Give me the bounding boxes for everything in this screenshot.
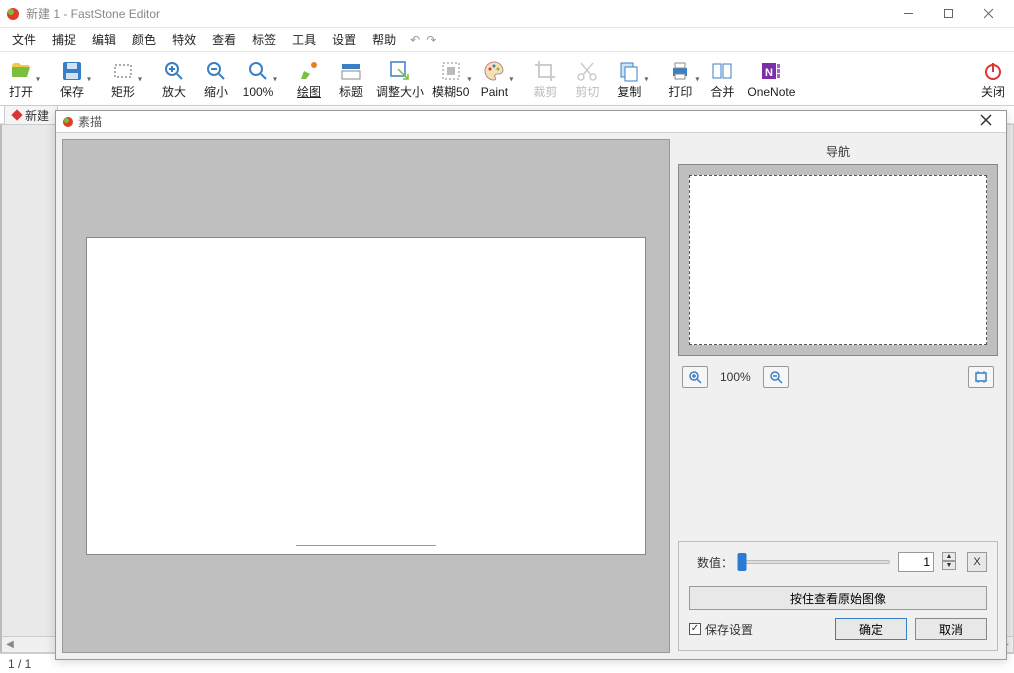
dialog-app-icon xyxy=(62,116,74,128)
menu-file[interactable]: 文件 xyxy=(4,28,44,51)
paint-button[interactable]: Paint▾ xyxy=(473,53,515,105)
merge-icon xyxy=(710,59,734,83)
preview-mark xyxy=(296,545,436,546)
cancel-button[interactable]: 取消 xyxy=(915,618,987,640)
zoom-100-button[interactable]: 100%▾ xyxy=(237,53,279,105)
modified-indicator-icon xyxy=(11,109,22,120)
rect-select-icon xyxy=(111,59,135,83)
menu-effects[interactable]: 特效 xyxy=(164,28,204,51)
main-toolbar: 打开▾ 保存▾ 矩形▾ 放大 缩小 100%▾ 绘图 xyxy=(0,52,1014,106)
palette-icon xyxy=(482,59,506,83)
crop-icon xyxy=(533,59,557,83)
copy-icon xyxy=(617,59,641,83)
folder-open-icon xyxy=(9,59,33,83)
page-indicator: 1 / 1 xyxy=(8,657,31,671)
cut-button[interactable]: 剪切 xyxy=(566,53,608,105)
checkbox-check-icon: ✓ xyxy=(689,623,701,635)
nav-zoom-out-button[interactable] xyxy=(763,366,789,388)
navigator-label: 导航 xyxy=(678,141,998,164)
undo-icon[interactable]: ↶ xyxy=(410,33,420,47)
zoom-out-icon xyxy=(204,59,228,83)
crop-button[interactable]: 裁剪 xyxy=(524,53,566,105)
maximize-button[interactable] xyxy=(928,1,968,27)
nav-zoom-in-button[interactable] xyxy=(682,366,708,388)
open-button[interactable]: 打开▾ xyxy=(0,53,42,105)
settings-panel: 数值： ▲ ▼ X 按住查看原始图像 ✓ 保存设置 xyxy=(678,541,998,651)
menu-edit[interactable]: 编辑 xyxy=(84,28,124,51)
onenote-button[interactable]: N OneNote xyxy=(743,53,799,105)
title-button[interactable]: 标题 xyxy=(330,53,372,105)
dialog-title: 素描 xyxy=(78,113,972,130)
save-icon xyxy=(60,59,84,83)
value-label: 数值： xyxy=(689,554,733,571)
preview-image xyxy=(86,237,646,555)
zoom-in-icon xyxy=(162,59,186,83)
resize-icon xyxy=(388,59,412,83)
window-close-button[interactable] xyxy=(968,1,1008,27)
menu-settings[interactable]: 设置 xyxy=(324,28,364,51)
copy-button[interactable]: 复制▾ xyxy=(608,53,650,105)
close-app-button[interactable]: 关闭 xyxy=(972,53,1014,105)
menu-help[interactable]: 帮助 xyxy=(364,28,404,51)
menu-capture[interactable]: 捕捉 xyxy=(44,28,84,51)
navigator-box xyxy=(678,164,998,356)
value-input[interactable] xyxy=(898,552,934,572)
nav-zoom-fit-button[interactable] xyxy=(968,366,994,388)
dialog-close-button[interactable] xyxy=(972,114,1000,129)
merge-button[interactable]: 合并 xyxy=(701,53,743,105)
zoom-out-button[interactable]: 缩小 xyxy=(195,53,237,105)
value-slider[interactable] xyxy=(741,560,890,564)
minimize-button[interactable] xyxy=(888,1,928,27)
onenote-icon: N xyxy=(759,59,783,83)
sketch-dialog: 素描 导航 100% xyxy=(55,110,1007,660)
svg-text:N: N xyxy=(765,67,773,79)
slider-thumb[interactable] xyxy=(738,553,747,571)
value-step-down[interactable]: ▼ xyxy=(942,561,956,570)
menu-tools[interactable]: 工具 xyxy=(284,28,324,51)
scroll-left-icon[interactable]: ◀ xyxy=(2,639,18,650)
zoom-100-icon xyxy=(246,59,270,83)
redo-icon[interactable]: ↷ xyxy=(426,33,436,47)
printer-icon xyxy=(668,59,692,83)
ok-button[interactable]: 确定 xyxy=(835,618,907,640)
menubar: 文件 捕捉 编辑 颜色 特效 查看 标签 工具 设置 帮助 ↶ ↷ xyxy=(0,28,1014,52)
zoom-in-button[interactable]: 放大 xyxy=(153,53,195,105)
window-title: 新建 1 - FastStone Editor xyxy=(26,5,888,22)
scissors-icon xyxy=(575,59,599,83)
power-icon xyxy=(981,59,1005,83)
dialog-side-panel: 导航 100% 数值： xyxy=(670,133,1006,659)
save-button[interactable]: 保存▾ xyxy=(51,53,93,105)
value-step-up[interactable]: ▲ xyxy=(942,552,956,561)
save-settings-checkbox[interactable]: ✓ 保存设置 xyxy=(689,621,753,638)
tab-new-1[interactable]: 新建 xyxy=(4,105,58,125)
menu-color[interactable]: 颜色 xyxy=(124,28,164,51)
preview-panel xyxy=(62,139,670,653)
save-settings-label: 保存设置 xyxy=(705,621,753,638)
print-button[interactable]: 打印▾ xyxy=(659,53,701,105)
rect-button[interactable]: 矩形▾ xyxy=(102,53,144,105)
window-titlebar: 新建 1 - FastStone Editor xyxy=(0,0,1014,28)
title-icon xyxy=(339,59,363,83)
nav-zoom-level: 100% xyxy=(714,370,757,384)
app-icon xyxy=(6,7,20,21)
resize-button[interactable]: 调整大小 xyxy=(372,53,428,105)
menu-tags[interactable]: 标签 xyxy=(244,28,284,51)
draw-icon xyxy=(297,59,321,83)
navigator-viewport[interactable] xyxy=(689,175,987,345)
blur-icon xyxy=(439,59,463,83)
menu-view[interactable]: 查看 xyxy=(204,28,244,51)
hold-original-button[interactable]: 按住查看原始图像 xyxy=(689,586,987,610)
tab-label: 新建 xyxy=(25,107,49,124)
value-reset-button[interactable]: X xyxy=(967,552,987,572)
draw-button[interactable]: 绘图 xyxy=(288,53,330,105)
dialog-titlebar: 素描 xyxy=(56,111,1006,133)
blur50-button[interactable]: 模糊50▾ xyxy=(428,53,473,105)
